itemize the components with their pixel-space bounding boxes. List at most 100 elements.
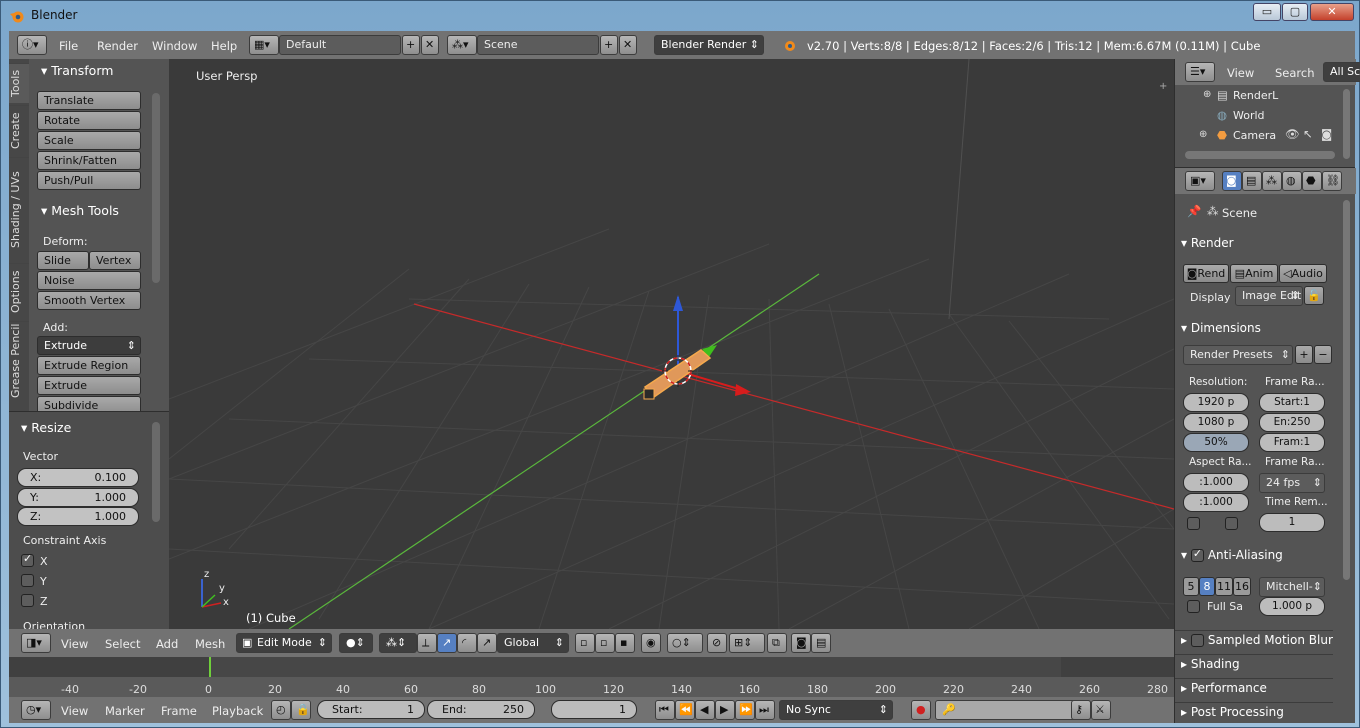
resolution-percent-field[interactable]: 50% (1183, 433, 1249, 452)
rotate-button[interactable]: Rotate (37, 111, 141, 130)
play-reverse-icon[interactable]: ◀ (695, 700, 715, 720)
menu-frame[interactable]: Frame (161, 704, 197, 718)
frame-end-field[interactable]: En:250 (1259, 413, 1325, 432)
menu-help[interactable]: Help (211, 39, 237, 53)
renderability-camera-icon[interactable]: ◙ (1321, 127, 1332, 141)
menu-render[interactable]: Render (97, 39, 138, 53)
snap-toggle-icon[interactable]: ⊘ (707, 633, 727, 653)
limit-selection-icon[interactable]: ◉ (641, 633, 661, 653)
play-icon[interactable]: ▶ (715, 700, 735, 720)
aa-samples-16[interactable]: 16 (1233, 577, 1251, 596)
tab-tools[interactable]: Tools (9, 63, 29, 103)
selectability-cursor-icon[interactable]: ↖ (1303, 127, 1313, 141)
frame-step-field[interactable]: Fram:1 (1259, 433, 1325, 452)
face-select-icon[interactable]: ▪ (615, 633, 635, 653)
editor-type-timeline-button[interactable]: ◷▾ (21, 700, 51, 720)
record-icon[interactable]: ● (911, 700, 931, 720)
aa-samples-8[interactable]: 8 (1199, 577, 1215, 596)
visibility-eye-icon[interactable]: 👁 (1285, 127, 1300, 141)
translate-button[interactable]: Translate (37, 91, 141, 110)
aspect-x-field[interactable]: :1.000 (1183, 473, 1249, 492)
preset-add-icon[interactable]: + (1295, 345, 1313, 364)
pivot-select[interactable]: ⁂⇕ (379, 633, 417, 653)
vector-x-field[interactable]: X: 0.100 (17, 468, 139, 487)
expand-icon[interactable]: ⊕ (1203, 89, 1211, 100)
menu-mesh[interactable]: Mesh (195, 637, 225, 651)
rotate-manipulator-icon[interactable]: ◜ (457, 633, 477, 653)
proportional-edit-icon[interactable]: ○⇕ (667, 633, 703, 653)
push-pull-button[interactable]: Push/Pull (37, 171, 141, 190)
shrink-fatten-button[interactable]: Shrink/Fatten (37, 151, 141, 170)
render-engine-select[interactable]: Blender Render ⇕ (654, 35, 764, 55)
scale-button[interactable]: Scale (37, 131, 141, 150)
post-processing-panel-header[interactable]: ▸ Post Processing (1175, 702, 1333, 719)
vector-z-field[interactable]: Z: 1.000 (17, 507, 139, 526)
minimize-button[interactable]: ▭ (1253, 3, 1281, 21)
outliner-item-renderlayers[interactable]: RenderL (1233, 89, 1278, 102)
outliner-vscrollbar[interactable] (1343, 89, 1350, 159)
tab-grease-pencil[interactable]: Grease Pencil (9, 321, 29, 399)
extrude-menu-button[interactable]: Extrude ⇕ (37, 336, 141, 355)
outliner-hscrollbar[interactable] (1185, 151, 1335, 159)
performance-panel-header[interactable]: ▸ Performance (1175, 678, 1333, 695)
editor-type-button[interactable]: ⓘ▾ (17, 35, 47, 55)
render-image-button[interactable]: ◙Rend (1183, 264, 1229, 283)
full-sample-checkbox[interactable] (1187, 600, 1200, 613)
render-animation-button[interactable]: ▤Anim (1230, 264, 1278, 283)
tab-shading-uvs[interactable]: Shading / UVs (9, 157, 29, 261)
menu-marker[interactable]: Marker (105, 704, 145, 718)
constraint-y-checkbox[interactable] (21, 574, 34, 587)
extrude-region-button[interactable]: Extrude Region (37, 356, 141, 375)
display-select[interactable]: Image Edit ⇕ (1235, 286, 1303, 306)
resize-panel-header[interactable]: ▾ Resize (21, 420, 71, 435)
transform-orientation-select[interactable]: Global ⇕ (497, 633, 569, 653)
scale-manipulator-icon[interactable]: ↗ (477, 633, 497, 653)
insert-keyframe-icon[interactable]: ⚷ (1071, 700, 1091, 720)
aa-samples-5[interactable]: 5 (1183, 577, 1199, 596)
vertex-select-icon[interactable]: ▫ (575, 633, 595, 653)
snap-element-icon[interactable]: ⊞⇕ (729, 633, 765, 653)
render-presets-select[interactable]: Render Presets ⇕ (1183, 345, 1293, 365)
preview-range-icon[interactable]: ◴ (271, 700, 291, 720)
aa-filter-select[interactable]: Mitchell- ⇕ (1259, 577, 1325, 597)
motion-blur-checkbox[interactable] (1190, 634, 1204, 647)
world-context-icon[interactable]: ◍ (1282, 171, 1302, 191)
editor-type-outliner-button[interactable]: ☰▾ (1185, 62, 1215, 82)
render-animation-icon[interactable]: ▤ (811, 633, 831, 653)
render-panel-header[interactable]: ▾ Render (1175, 236, 1333, 250)
outliner-menu-search[interactable]: Search (1275, 66, 1315, 80)
slide-edge-button[interactable]: Slide Ed (37, 251, 89, 284)
frame-start-field[interactable]: Start:1 (1259, 393, 1325, 412)
edge-select-icon[interactable]: ▫ (595, 633, 615, 653)
render-layers-context-icon[interactable]: ▤ (1242, 171, 1262, 191)
keying-set-field[interactable]: 🔑 (935, 700, 1091, 720)
layout-remove-icon[interactable]: ✕ (421, 35, 439, 55)
editor-type-3d-button[interactable]: ◨▾ (21, 633, 51, 653)
close-button[interactable]: ✕ (1310, 3, 1354, 21)
outliner-menu-view[interactable]: View (1227, 66, 1254, 80)
jump-keyframe-forward-icon[interactable]: ⏩ (735, 700, 755, 720)
aspect-y-field[interactable]: :1.000 (1183, 493, 1249, 512)
manipulator-toggle-icon[interactable]: ⟂ (417, 633, 437, 653)
menu-playback[interactable]: Playback (212, 704, 263, 718)
vertex-slide-button[interactable]: Vertex (89, 251, 141, 270)
outliner-display-select[interactable]: All Sc (1323, 62, 1360, 82)
layout-field[interactable]: Default (279, 35, 401, 55)
menu-add[interactable]: Add (156, 637, 178, 651)
aa-samples-11[interactable]: 11 (1215, 577, 1233, 596)
time-remap-field[interactable]: 1 (1259, 513, 1325, 532)
scene-field[interactable]: Scene (477, 35, 599, 55)
editor-type-properties-button[interactable]: ▣▾ (1185, 171, 1215, 191)
mesh-tools-panel-header[interactable]: ▾ Mesh Tools (41, 203, 119, 218)
jump-end-icon[interactable]: ⏭ (755, 700, 775, 720)
jump-start-icon[interactable]: ⏮ (655, 700, 675, 720)
preset-remove-icon[interactable]: − (1314, 345, 1332, 364)
constraint-z-checkbox[interactable] (21, 594, 34, 607)
maximize-button[interactable]: ▢ (1282, 3, 1308, 21)
constraints-context-icon[interactable]: ⛓ (1322, 171, 1342, 191)
antialiasing-panel-header[interactable]: ▾ ✓ Anti-Aliasing (1175, 547, 1333, 562)
tool-shelf-scrollbar[interactable] (152, 93, 160, 283)
operator-scrollbar[interactable] (152, 422, 160, 522)
lock-icon[interactable]: 🔒 (291, 700, 311, 720)
tab-options[interactable]: Options (9, 263, 29, 319)
